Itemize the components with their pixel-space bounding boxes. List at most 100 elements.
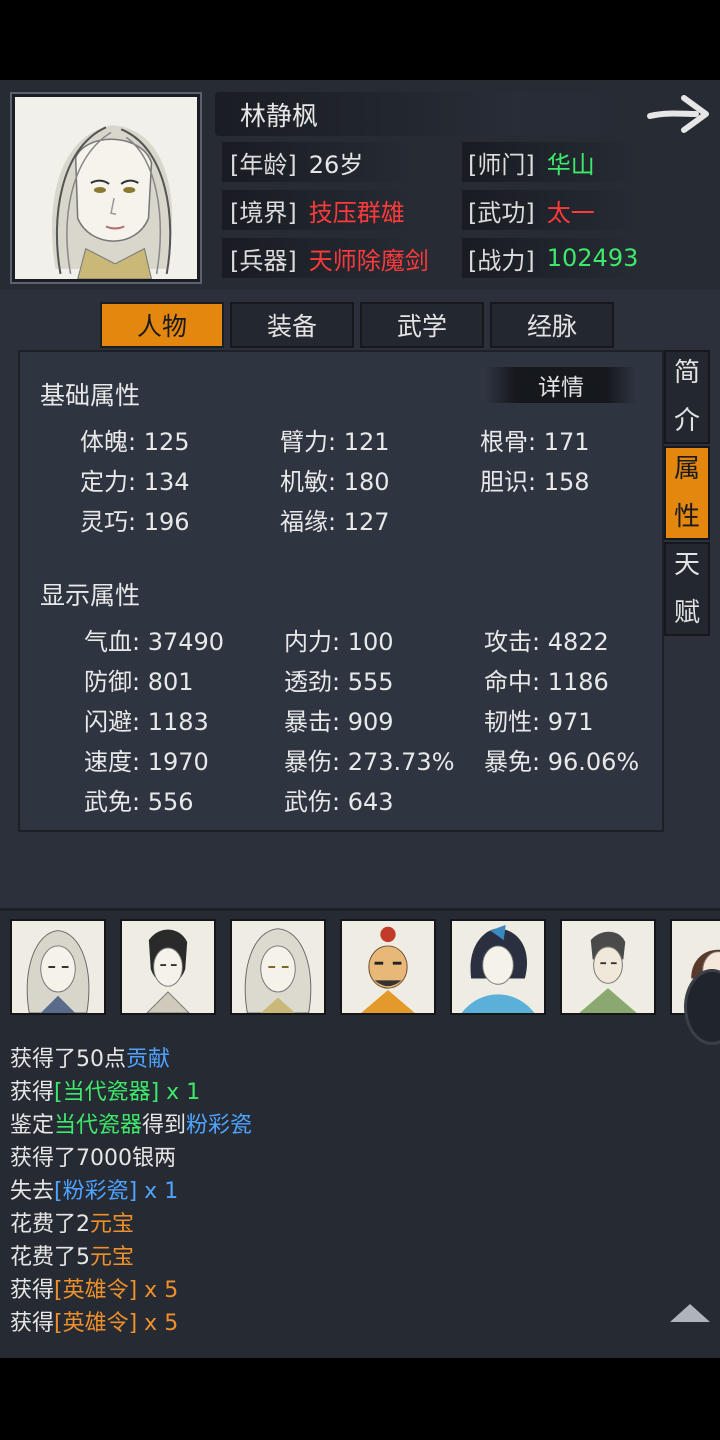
stat-courage: 胆识: 158: [480, 468, 590, 496]
triangle-up-icon: [670, 1304, 710, 1322]
side-tab-attributes-char-1: 属: [673, 454, 700, 484]
character-portrait-icon: [452, 921, 544, 1013]
side-tab-talents-char-2: 赋: [673, 598, 700, 628]
tab-equipment[interactable]: 装备: [230, 302, 354, 348]
character-name: 林静枫: [240, 102, 319, 132]
side-tab-talents-char-1: 天: [673, 550, 700, 580]
age-label: [年龄]: [230, 150, 297, 179]
tab-character[interactable]: 人物: [100, 302, 224, 348]
age-row: [年龄] 26岁: [222, 142, 460, 182]
stat-crit-damage: 暴伤: 273.73%: [284, 748, 455, 776]
portrait-art: [15, 97, 197, 279]
next-character-button[interactable]: [646, 92, 712, 136]
stat-crit-resist: 暴免: 96.06%: [484, 748, 640, 776]
panel-footer: [0, 854, 720, 910]
party-avatar[interactable]: [120, 919, 216, 1015]
side-tab-profile-char-1: 简: [673, 358, 700, 388]
log-text: 获得了50点: [10, 1047, 126, 1072]
log-line: 获得[英雄令] x 5: [10, 1272, 178, 1304]
realm-label: [境界]: [230, 198, 297, 227]
character-portrait-icon: [232, 921, 324, 1013]
display-attributes-title: 显示属性: [40, 581, 141, 610]
log-text: 鉴定: [10, 1113, 55, 1138]
log-text: 获得: [10, 1278, 55, 1303]
side-tab-attributes[interactable]: 属 性: [664, 446, 710, 540]
log-text: 获得了7000银两: [10, 1146, 176, 1171]
power-label: [战力]: [468, 246, 535, 275]
message-log: 获得了50点贡献 获得 [当代瓷器] x 1 鉴定当代瓷器得到粉彩瓷 获得了700…: [0, 911, 720, 1358]
log-text: 花费了5: [10, 1245, 90, 1270]
stat-inner-power: 内力: 100: [284, 628, 394, 656]
stat-evasion: 闪避: 1183: [84, 708, 209, 736]
stat-defense: 防御: 801: [84, 668, 194, 696]
stat-fortune: 福缘: 127: [280, 508, 390, 536]
arrow-right-icon: [647, 95, 709, 133]
stat-hp: 气血: 37490: [84, 628, 225, 656]
log-text: [英雄令]: [54, 1278, 138, 1303]
side-tab-attributes-char-2: 性: [673, 502, 700, 532]
log-text: 当代瓷器: [54, 1113, 143, 1138]
log-text: 花费了2: [10, 1212, 90, 1237]
sect-row: [师门] 华山: [462, 142, 678, 182]
log-text: x 5: [137, 1278, 179, 1303]
stat-strength: 臂力: 121: [280, 428, 390, 456]
martial-row: [武功] 太一: [462, 190, 678, 230]
status-bar: [0, 0, 720, 80]
stat-speed: 速度: 1970: [84, 748, 209, 776]
log-text: [英雄令]: [54, 1311, 138, 1336]
log-text: x 5: [137, 1311, 179, 1336]
weapon-label: [兵器]: [230, 246, 297, 275]
martial-value: 太一: [546, 198, 595, 227]
character-portrait: [12, 94, 200, 282]
log-text: 元宝: [90, 1212, 135, 1237]
stat-agility: 机敏: 180: [280, 468, 390, 496]
log-text: x 1: [137, 1179, 179, 1204]
basic-attributes-title: 基础属性: [40, 381, 141, 410]
log-text: 元宝: [90, 1245, 135, 1270]
age-value: 26岁: [308, 150, 364, 179]
stat-critical: 暴击: 909: [284, 708, 394, 736]
log-text: [当代瓷器]: [54, 1080, 160, 1105]
stat-constitution: 体魄: 125: [80, 428, 190, 456]
stat-composure: 定力: 134: [80, 468, 190, 496]
side-tab-talents[interactable]: 天 赋: [664, 542, 710, 636]
stat-attack: 攻击: 4822: [484, 628, 609, 656]
log-text: 粉彩瓷: [186, 1113, 253, 1138]
party-avatars: [10, 919, 720, 1019]
log-line: 获得[英雄令] x 5: [10, 1305, 178, 1337]
martial-label: [武功]: [468, 198, 535, 227]
party-avatar[interactable]: [10, 919, 106, 1015]
character-portrait-icon: [122, 921, 214, 1013]
side-tab-profile[interactable]: 简 介: [664, 350, 710, 444]
scroll-up-button[interactable]: [668, 1300, 712, 1324]
tab-meridians[interactable]: 经脉: [490, 302, 614, 348]
power-value: 102493: [546, 244, 639, 272]
party-avatar[interactable]: [560, 919, 656, 1015]
sect-label: [师门]: [468, 150, 535, 179]
party-avatar[interactable]: [450, 919, 546, 1015]
log-text: 获得: [10, 1311, 55, 1336]
party-avatar[interactable]: [230, 919, 326, 1015]
log-line: 花费了5元宝: [10, 1239, 134, 1271]
tab-martial-arts[interactable]: 武学: [360, 302, 484, 348]
details-button[interactable]: 详情: [486, 367, 636, 403]
character-portrait-icon: [562, 921, 654, 1013]
party-avatar[interactable]: [340, 919, 436, 1015]
stat-penetration: 透劲: 555: [284, 668, 394, 696]
log-text: 贡献: [126, 1047, 171, 1072]
side-tabs: 简 介 属 性 天 赋: [664, 350, 714, 734]
log-text: x 1: [159, 1080, 201, 1105]
log-line: 获得了7000银两: [10, 1140, 176, 1172]
weapon-value: 天师除魔剑: [308, 246, 429, 275]
log-text: 得到: [142, 1113, 187, 1138]
log-line: 花费了2元宝: [10, 1206, 134, 1238]
log-line: 获得了50点贡献: [10, 1041, 170, 1073]
character-portrait-icon: [12, 921, 104, 1013]
stat-martial-resist: 武免: 556: [84, 788, 194, 816]
log-line: 失去[粉彩瓷] x 1: [10, 1173, 178, 1205]
weapon-row: [兵器] 天师除魔剑: [222, 238, 464, 278]
realm-value: 技压群雄: [308, 198, 405, 227]
sect-value: 华山: [546, 150, 595, 179]
character-screen: 林静枫 [年龄] 26岁 [师门] 华山 [境界] 技压群雄 [武功] 太一 […: [0, 80, 720, 1358]
character-header: 林静枫 [年龄] 26岁 [师门] 华山 [境界] 技压群雄 [武功] 太一 […: [0, 80, 720, 290]
